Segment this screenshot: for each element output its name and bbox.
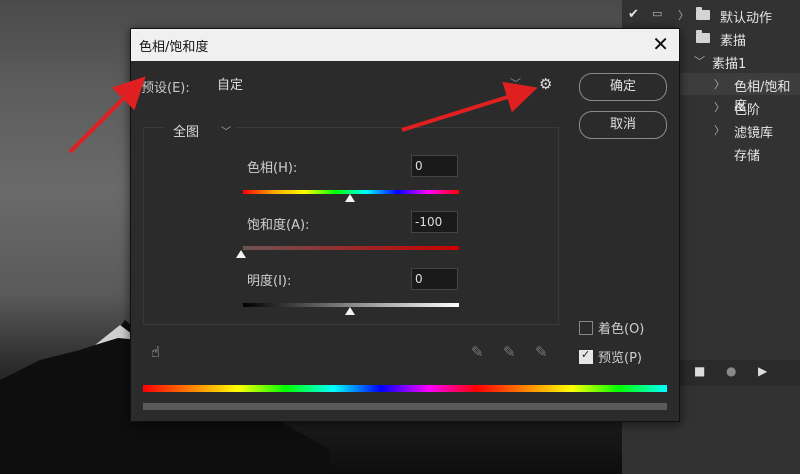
action-set-row-default[interactable]: ✔ ▭ 〉 默认动作 <box>622 4 800 26</box>
cancel-button[interactable]: 取消 <box>579 111 667 139</box>
actions-toolbar: ■ ● ▶ <box>678 360 800 386</box>
checkmark-icon[interactable]: ✔ <box>628 7 639 22</box>
action-set-label: 默认动作 <box>720 11 773 26</box>
preset-value: 自定 <box>217 78 244 93</box>
preset-dropdown[interactable]: 自定 ﹀ <box>211 73 523 95</box>
eyedropper-plus-icon[interactable]: ✎ <box>503 343 516 361</box>
preview-label: 预览(P) <box>598 351 642 366</box>
eyedropper-minus-icon[interactable]: ✎ <box>535 343 548 361</box>
gear-icon[interactable]: ⚙ <box>539 75 552 93</box>
preview-checkbox[interactable] <box>579 348 593 364</box>
lightness-label: 明度(I): <box>247 274 292 289</box>
channel-value: 全图 <box>173 125 200 140</box>
close-icon[interactable]: ✕ <box>652 33 669 55</box>
color-spectrum-bar-top <box>143 385 667 392</box>
dialog-titlebar[interactable]: 色相/饱和度 ✕ <box>131 29 679 61</box>
action-step-label: 存储 <box>734 149 761 164</box>
dialog-title: 色相/饱和度 <box>139 40 209 55</box>
chevron-down-icon[interactable]: ﹀ <box>694 53 705 69</box>
chevron-right-icon[interactable]: 〉 <box>714 99 725 115</box>
hue-value-field[interactable]: 0 <box>411 155 458 177</box>
saturation-value-field[interactable]: -100 <box>411 211 458 233</box>
lightness-slider-thumb[interactable] <box>345 307 355 315</box>
hand-adjust-icon[interactable]: ☝ <box>151 343 160 361</box>
action-step-label: 滤镜库 <box>734 126 774 141</box>
preset-label: 预设(E): <box>141 81 190 96</box>
hue-label: 色相(H): <box>247 161 298 176</box>
play-icon[interactable]: ▶ <box>758 364 767 378</box>
stop-icon[interactable]: ■ <box>694 364 705 378</box>
lightness-value-field[interactable]: 0 <box>411 268 458 290</box>
action-set-label: 素描 <box>720 34 747 49</box>
hue-saturation-dialog: 色相/饱和度 ✕ 预设(E): 自定 ﹀ ⚙ 确定 取消 全图 ﹀ 色相(H):… <box>130 28 680 422</box>
chevron-down-icon: ﹀ <box>510 77 521 90</box>
adjustment-group <box>143 127 559 325</box>
channel-dropdown[interactable]: 全图 ﹀ <box>165 119 235 140</box>
chevron-down-icon: ﹀ <box>221 127 231 138</box>
saturation-track[interactable] <box>243 246 459 250</box>
record-icon[interactable]: ● <box>726 364 736 378</box>
ok-button[interactable]: 确定 <box>579 73 667 101</box>
action-label: 素描1 <box>712 57 747 72</box>
hue-slider-thumb[interactable] <box>345 194 355 202</box>
dialog-toggle-icon[interactable]: ▭ <box>652 7 662 20</box>
action-step-label: 色阶 <box>734 103 761 118</box>
colorize-label: 着色(O) <box>598 322 645 337</box>
chevron-right-icon[interactable]: 〉 <box>714 76 725 92</box>
saturation-label: 饱和度(A): <box>247 218 310 233</box>
chevron-right-icon[interactable]: 〉 <box>678 7 689 23</box>
saturation-slider-thumb[interactable] <box>236 250 246 258</box>
folder-icon <box>696 30 710 43</box>
colorize-checkbox[interactable] <box>579 321 593 335</box>
color-spectrum-bar-bottom <box>143 403 667 410</box>
eyedropper-icon[interactable]: ✎ <box>471 343 484 361</box>
chevron-right-icon[interactable]: 〉 <box>714 122 725 138</box>
folder-icon <box>696 7 710 20</box>
